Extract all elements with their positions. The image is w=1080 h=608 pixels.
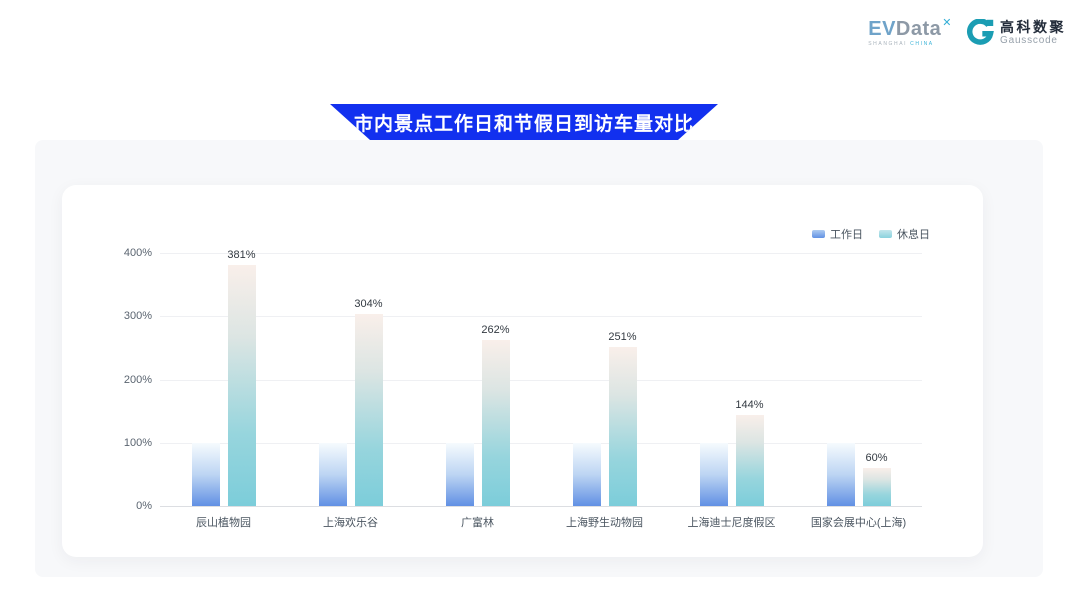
chart-legend: 工作日 休息日 [812,226,930,242]
y-tick-label: 400% [92,247,152,259]
bar-value-label: 262% [481,324,509,336]
x-category-label: 上海野生动物园 [541,514,668,530]
legend-item-workday[interactable]: 工作日 [812,226,863,242]
page-title: 市内景点工作日和节假日到访车量对比 [354,109,694,136]
bar-workday[interactable] [192,443,220,506]
bar-workday[interactable] [827,443,855,506]
content-panel: 工作日 休息日 400% 300% 200% 100% 0% 381% 304% 262% 2… [35,140,1043,577]
evdata-logo: EVData✕ SHANGHAI CHINA [868,18,952,47]
bar-holiday[interactable]: 144% [736,415,764,506]
y-tick-label: 300% [92,310,152,322]
gausscode-g-icon [966,19,994,47]
evdata-subtext-shanghai: SHANGHAI [868,41,907,47]
page: EVData✕ SHANGHAI CHINA 高科数聚 Gausscode 市内… [0,0,1080,608]
evdata-x-icon: ✕ [942,17,952,29]
bar-value-label: 144% [735,399,763,411]
y-axis: 400%300%200%100%0% [92,253,152,506]
x-axis-categories: 辰山植物园上海欢乐谷广富林上海野生动物园上海迪士尼度假区国家会展中心(上海) [160,514,922,530]
x-axis-line [160,506,922,507]
bar-workday[interactable] [573,443,601,506]
legend-swatch-workday [812,230,825,238]
x-category-label: 上海迪士尼度假区 [668,514,795,530]
header-logos: EVData✕ SHANGHAI CHINA 高科数聚 Gausscode [868,18,1066,47]
plot-area: 381% 304% 262% 251% 144% 60% [160,253,922,506]
bar-group: 262% [414,253,541,506]
bar-group: 144% [668,253,795,506]
legend-swatch-holiday [879,230,892,238]
bar-workday[interactable] [700,443,728,506]
title-banner: 市内景点工作日和节假日到访车量对比 [330,104,718,140]
legend-label-workday: 工作日 [830,226,863,242]
bar-value-label: 60% [865,452,887,464]
y-tick-label: 0% [92,500,152,512]
bar-value-label: 251% [608,331,636,343]
evdata-subtext-china: CHINA [910,41,934,47]
evdata-data-text: Data [896,18,941,40]
gausscode-logo: 高科数聚 Gausscode [966,19,1066,47]
x-category-label: 广富林 [414,514,541,530]
bar-holiday[interactable]: 262% [482,340,510,506]
bar-group: 381% [160,253,287,506]
gausscode-cn-label: 高科数聚 [1000,20,1066,34]
bar-groups: 381% 304% 262% 251% 144% 60% [160,253,922,506]
evdata-subtext: SHANGHAI CHINA [868,42,952,47]
bar-holiday[interactable]: 381% [228,265,256,506]
chart-card: 工作日 休息日 400% 300% 200% 100% 0% 381% 304% 262% 2… [62,185,983,557]
bar-group: 304% [287,253,414,506]
bar-workday[interactable] [446,443,474,506]
y-tick-label: 200% [92,374,152,386]
x-category-label: 辰山植物园 [160,514,287,530]
y-tick-label: 100% [92,437,152,449]
bar-value-label: 381% [227,249,255,261]
bar-workday[interactable] [319,443,347,506]
bar-holiday[interactable]: 251% [609,347,637,506]
bar-group: 60% [795,253,922,506]
bar-holiday[interactable]: 60% [863,468,891,506]
gausscode-en-label: Gausscode [1000,36,1066,46]
legend-item-holiday[interactable]: 休息日 [879,226,930,242]
bar-holiday[interactable]: 304% [355,314,383,506]
bar-value-label: 304% [354,298,382,310]
evdata-wordmark: EVData✕ [868,18,952,39]
legend-label-holiday: 休息日 [897,226,930,242]
x-category-label: 国家会展中心(上海) [795,514,922,530]
x-category-label: 上海欢乐谷 [287,514,414,530]
bar-group: 251% [541,253,668,506]
evdata-ev-text: EV [868,18,896,40]
gausscode-text: 高科数聚 Gausscode [1000,20,1066,46]
